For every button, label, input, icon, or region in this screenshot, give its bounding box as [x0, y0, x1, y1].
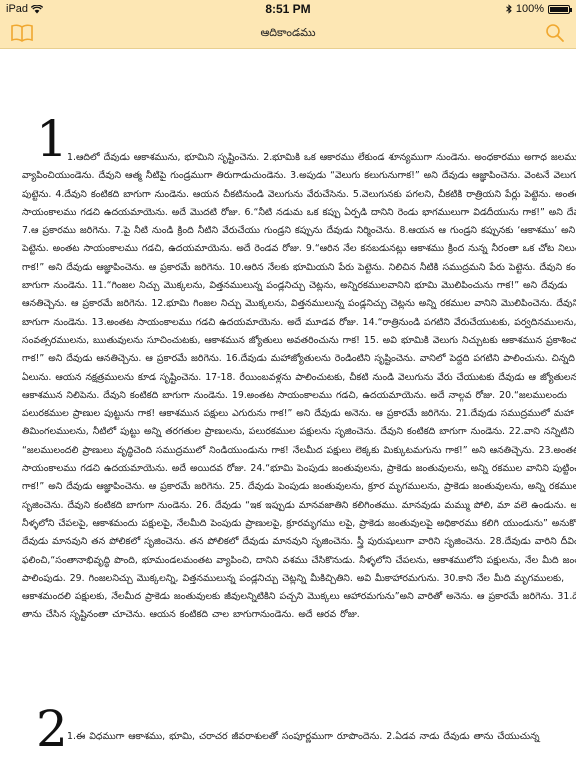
status-right: 100%: [506, 3, 572, 15]
battery-icon: [548, 4, 572, 14]
page-title: ఆదికాండము: [260, 26, 316, 39]
chapter-text: 1.ఆదిలో దేవుడు ఆకాశమును, భూమిని సృష్టించ…: [22, 149, 576, 625]
status-bar: iPad 8:51 PM 100%: [0, 0, 576, 18]
verse-text: 1.ఆదిలో దేవుడు ఆకాశమును, భూమిని సృష్టించ…: [22, 152, 576, 621]
search-button[interactable]: [544, 22, 566, 44]
status-time: 8:51 PM: [265, 2, 311, 16]
chapter-text: 1.ఈ విధముగా ఆకాశము, భూమి, చరాచర జీవరాశుల…: [22, 728, 576, 746]
battery-fill: [550, 6, 568, 12]
bluetooth-icon: [506, 4, 512, 14]
battery-percent: 100%: [515, 3, 544, 15]
navigation-bar: ఆదికాండము: [0, 18, 576, 49]
verse-text: 1.ఈ విధముగా ఆకాశము, భూమి, చరాచర జీవరాశుల…: [67, 731, 540, 742]
search-icon: [546, 24, 564, 42]
reader-content[interactable]: 1 1.ఆదిలో దేవుడు ఆకాశమును, భూమిని సృష్టి…: [0, 48, 576, 768]
